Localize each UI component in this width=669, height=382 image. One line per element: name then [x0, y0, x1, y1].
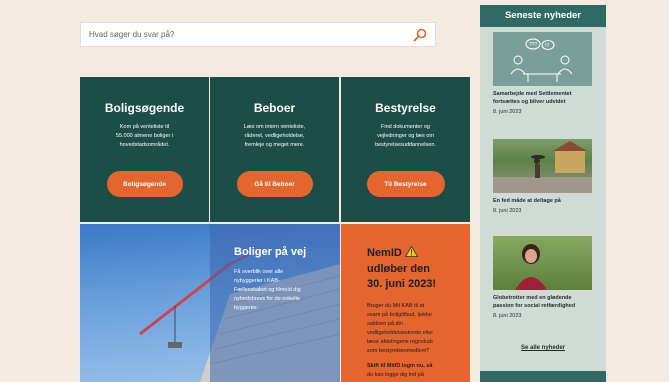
sidebar-footer-bar [480, 371, 606, 382]
news-date: 8. juni 2023 [493, 208, 522, 214]
search-input[interactable] [89, 30, 413, 39]
news-title[interactable]: Globetrotter med en glødende passion for … [493, 294, 592, 310]
news-item[interactable]: En fed måde at deltage på 8. juni 2023 [493, 139, 592, 215]
alert-text-2: Skift til MitID login nu, så du kan logge… [367, 363, 433, 378]
see-all-news-link[interactable]: Se alle nyheder [480, 345, 606, 351]
news-date: 8. juni 2023 [493, 313, 522, 319]
news-item[interactable]: Globetrotter med en glødende passion for … [493, 236, 592, 320]
promo-overlay: Boliger på vej Få overblik over alle nyby… [210, 224, 340, 382]
card-title: Boligsøgende [104, 101, 185, 115]
search-bar[interactable] [80, 22, 436, 47]
card-description: Find dokumenter og vejledninger og læs om… [375, 124, 436, 148]
alert-title: NemID udløber den 30. juni 2023! [367, 245, 437, 290]
news-image: ??? !!! [493, 32, 592, 86]
card-description: Læs om intern venteliste, råderet, vedlig… [243, 124, 306, 148]
alert-text: Bruger du Mit KAB til at svare på boligti… [367, 303, 434, 354]
news-sidebar: Seneste nyheder ??? !!! Samarbejde med S… [480, 5, 606, 382]
boliger-paa-vej-promo[interactable]: Boliger på vej Få overblik over alle nyby… [80, 224, 340, 382]
news-image [493, 139, 592, 193]
promo-title: Boliger på vej [234, 246, 307, 258]
news-item[interactable]: ??? !!! Samarbejde med Settlementet forts… [493, 32, 592, 116]
card-title: Bestyrelse [375, 101, 436, 115]
card-title: Beboer [253, 101, 296, 115]
news-date: 8. juni 2023 [493, 109, 522, 115]
card-description: Kom på venteliste til 55.000 almene bolig… [115, 124, 174, 148]
search-icon[interactable] [413, 28, 427, 42]
promo-description: Få overblik over alle nybyggerier i KAB- F… [234, 269, 301, 311]
bestyrelse-button[interactable]: Til Bestyrelse [366, 171, 445, 197]
news-title[interactable]: En fed måde at deltage på [493, 197, 592, 205]
svg-text:???: ??? [529, 42, 538, 48]
news-title[interactable]: Samarbejde med Settlementet fortsættes og… [493, 90, 592, 106]
card-bestyrelse: Bestyrelse Find dokumenter og vejledninge… [341, 77, 470, 222]
news-image [493, 236, 592, 290]
svg-text:!!!: !!! [545, 43, 549, 49]
boligsoegende-button[interactable]: Boligsøgende [106, 171, 183, 197]
beboer-button[interactable]: Gå til Beboer [236, 171, 313, 197]
news-heading: Seneste nyheder [480, 5, 606, 27]
warning-icon [404, 245, 419, 262]
card-boligsoegende: Boligsøgende Kom på venteliste til 55.000… [80, 77, 209, 222]
card-beboer: Beboer Læs om intern venteliste, råderet,… [210, 77, 339, 222]
nemid-alert[interactable]: NemID udløber den 30. juni 2023! Bruger … [341, 224, 470, 382]
